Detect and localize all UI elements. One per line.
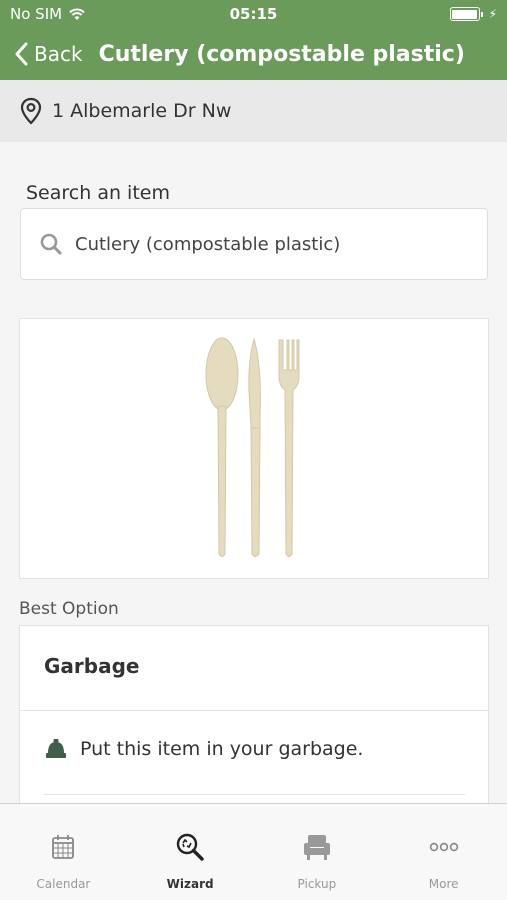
- tab-label: Calendar: [36, 877, 91, 891]
- item-image: [19, 318, 489, 579]
- tab-more[interactable]: More: [380, 804, 507, 900]
- best-option-card: Garbage Put this item in your garbage.: [19, 625, 489, 825]
- option-instruction-row: Put this item in your garbage.: [44, 737, 363, 761]
- search-input[interactable]: Cutlery (compostable plastic): [20, 208, 488, 280]
- search-icon: [40, 233, 62, 255]
- back-button[interactable]: Back: [0, 42, 83, 66]
- divider: [20, 710, 488, 711]
- tab-calendar[interactable]: Calendar: [0, 804, 127, 900]
- tab-label: Wizard: [166, 877, 214, 891]
- chevron-left-icon: [15, 42, 28, 66]
- tab-pickup[interactable]: Pickup: [254, 804, 381, 900]
- search-value: Cutlery (compostable plastic): [75, 233, 341, 255]
- nav-bar: Back Cutlery (compostable plastic): [0, 28, 507, 80]
- battery-icon: [449, 7, 480, 21]
- cutlery-image: [205, 337, 300, 557]
- more-icon: [429, 842, 458, 852]
- garbage-bin-icon: [46, 739, 66, 758]
- location-pin-icon: [20, 97, 42, 125]
- address-bar[interactable]: 1 Albemarle Dr Nw: [0, 80, 507, 142]
- tab-label: Pickup: [297, 877, 337, 891]
- tab-bar: Calendar Wizard Pickup More: [0, 803, 507, 900]
- calendar-icon: [52, 835, 75, 859]
- wifi-icon: [69, 8, 85, 20]
- charging-icon: ⚡: [488, 7, 497, 21]
- option-title: Garbage: [44, 654, 140, 678]
- search-heading: Search an item: [26, 182, 170, 204]
- divider: [44, 794, 465, 795]
- address-text: 1 Albemarle Dr Nw: [52, 100, 232, 122]
- tab-wizard[interactable]: Wizard: [127, 804, 254, 900]
- option-instruction: Put this item in your garbage.: [80, 738, 364, 760]
- tab-label: More: [428, 877, 459, 891]
- back-label: Back: [34, 42, 83, 66]
- status-bar: No SIM 05:15 ⚡: [0, 0, 507, 28]
- wizard-search-icon: [176, 833, 204, 861]
- armchair-icon: [303, 835, 330, 860]
- carrier-label: No SIM: [10, 5, 63, 23]
- best-option-label: Best Option: [19, 599, 119, 619]
- page-title: Cutlery (compostable plastic): [98, 41, 465, 67]
